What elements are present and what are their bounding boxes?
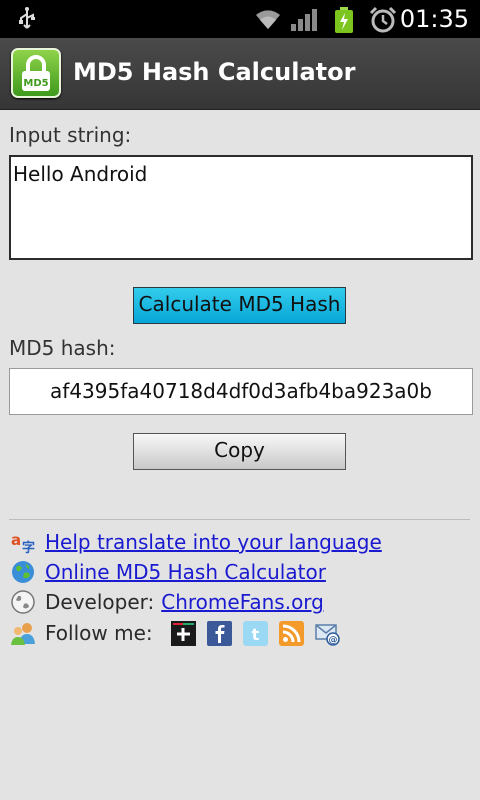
translate-icon: a字 bbox=[10, 529, 36, 556]
battery-charging-icon bbox=[333, 6, 355, 38]
svg-text:@: @ bbox=[328, 635, 337, 645]
translate-link[interactable]: Help translate into your language bbox=[45, 529, 382, 555]
developer-row: Developer: ChromeFans.org bbox=[10, 587, 324, 617]
status-bar: 01:35 bbox=[0, 0, 480, 38]
facebook-icon[interactable] bbox=[206, 620, 232, 646]
divider bbox=[9, 519, 470, 520]
google-plus-icon[interactable] bbox=[170, 620, 196, 646]
twitter-icon[interactable]: t bbox=[242, 620, 268, 646]
follow-row: Follow me: t @ bbox=[10, 618, 340, 648]
md5-lock-icon: MD5 bbox=[11, 48, 61, 98]
globe-icon bbox=[10, 559, 36, 585]
copy-button[interactable]: Copy bbox=[133, 433, 346, 470]
alarm-icon bbox=[369, 6, 397, 38]
title-bar: MD5 MD5 Hash Calculator bbox=[0, 38, 480, 110]
hash-label: MD5 hash: bbox=[9, 336, 116, 360]
svg-text:a: a bbox=[11, 531, 21, 549]
people-icon bbox=[10, 620, 36, 646]
rss-icon[interactable] bbox=[278, 620, 304, 646]
calculate-button[interactable]: Calculate MD5 Hash bbox=[133, 287, 346, 324]
clock-time: 01:35 bbox=[399, 5, 469, 33]
signal-icon bbox=[289, 8, 321, 36]
wifi-icon bbox=[253, 7, 283, 35]
world-icon bbox=[10, 589, 36, 615]
developer-link[interactable]: ChromeFans.org bbox=[161, 589, 324, 615]
usb-icon bbox=[16, 6, 38, 36]
svg-text:MD5: MD5 bbox=[23, 78, 48, 89]
online-row: Online MD5 Hash Calculator bbox=[10, 557, 326, 587]
input-label: Input string: bbox=[9, 123, 132, 147]
online-calculator-link[interactable]: Online MD5 Hash Calculator bbox=[45, 559, 326, 585]
email-icon[interactable]: @ bbox=[314, 621, 340, 646]
hash-output-field[interactable]: af4395fa40718d4df0d3afb4ba923a0b bbox=[9, 368, 473, 415]
follow-label: Follow me: bbox=[45, 621, 153, 645]
developer-label: Developer: bbox=[45, 590, 155, 614]
input-string-field[interactable]: Hello Android bbox=[9, 155, 473, 260]
app-title: MD5 Hash Calculator bbox=[73, 58, 356, 86]
svg-text:字: 字 bbox=[22, 540, 35, 555]
translate-row: a字 Help translate into your language bbox=[10, 527, 382, 557]
svg-text:t: t bbox=[251, 625, 259, 644]
